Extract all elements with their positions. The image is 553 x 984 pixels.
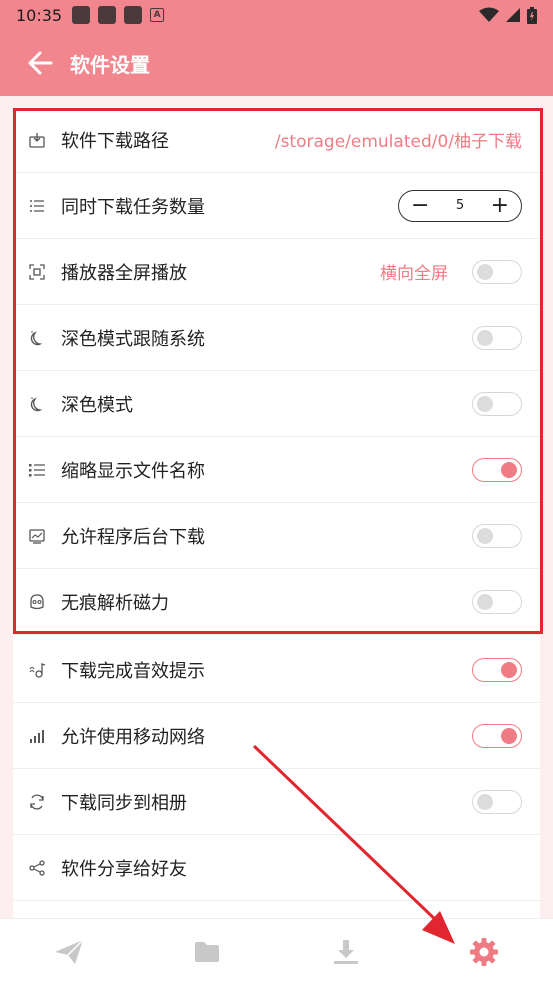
list-icon (27, 196, 47, 216)
fullscreen-toggle[interactable] (472, 259, 522, 284)
setting-concurrent-tasks: 同时下载任务数量 − 5 + (13, 173, 540, 239)
nav-settings[interactable] (454, 927, 514, 977)
download-tray-icon (333, 939, 358, 964)
setting-label: 软件下载路径 (61, 130, 169, 152)
setting-label: 同时下载任务数量 (61, 196, 205, 218)
signal-icon (506, 8, 520, 22)
setting-dark-mode[interactable]: 深色模式 (13, 371, 540, 437)
mobile-network-toggle[interactable] (472, 723, 522, 748)
cellular-signal-icon (27, 726, 47, 746)
fullscreen-icon (27, 262, 47, 282)
incognito-mask-icon (27, 592, 47, 612)
status-bar: 10:35 A (0, 0, 553, 30)
setting-label: 缩略显示文件名称 (61, 460, 205, 482)
nav-folder[interactable] (177, 927, 237, 977)
setting-sound-hint[interactable]: 下载完成音效提示 (13, 637, 540, 703)
setting-label: 播放器全屏播放 (61, 262, 187, 284)
send-plane-icon (55, 938, 84, 964)
setting-fullscreen-play[interactable]: 播放器全屏播放 横向全屏 (13, 239, 540, 305)
setting-download-path[interactable]: 软件下载路径 /storage/emulated/0/柚子下载 (13, 107, 540, 173)
dark-mode-toggle[interactable] (472, 391, 522, 416)
download-path-value: /storage/emulated/0/柚子下载 (274, 132, 522, 152)
nav-download[interactable] (316, 927, 376, 977)
sound-hint-toggle[interactable] (472, 657, 522, 682)
setting-label: 深色模式 (61, 394, 133, 416)
short-filenames-toggle[interactable] (472, 457, 522, 482)
bottom-nav (0, 918, 553, 984)
nav-send[interactable] (39, 927, 99, 977)
setting-label: 深色模式跟随系统 (61, 328, 205, 350)
setting-label: 无痕解析磁力 (61, 592, 169, 614)
fullscreen-mode-value[interactable]: 横向全屏 (380, 259, 448, 284)
notification-icon (98, 6, 117, 24)
bullet-list-icon (27, 460, 47, 480)
increment-button[interactable]: + (491, 194, 509, 217)
setting-sync-album[interactable]: 下载同步到相册 (13, 769, 540, 835)
monitor-chart-icon (27, 526, 47, 546)
task-count-value: 5 (455, 198, 465, 213)
notification-icon (72, 6, 91, 24)
setting-label: 软件分享给好友 (61, 858, 187, 880)
setting-incognito-magnet[interactable]: 无痕解析磁力 (13, 569, 540, 635)
sync-album-toggle[interactable] (472, 789, 522, 814)
incognito-magnet-toggle[interactable] (472, 589, 522, 614)
dark-follow-toggle[interactable] (472, 325, 522, 350)
music-note-icon (27, 660, 47, 680)
setting-label: 下载同步到相册 (61, 792, 187, 814)
battery-icon (527, 6, 537, 24)
sync-icon (27, 792, 47, 812)
setting-label: 下载完成音效提示 (61, 660, 205, 682)
status-time: 10:35 (16, 5, 63, 25)
setting-label: 允许程序后台下载 (61, 526, 205, 548)
setting-background-download[interactable]: 允许程序后台下载 (13, 503, 540, 569)
wifi-icon (479, 7, 499, 22)
moon-icon (27, 394, 47, 414)
setting-label: 允许使用移动网络 (61, 726, 205, 748)
font-notification-icon: A (150, 8, 165, 22)
moon-icon (27, 328, 47, 348)
page-title: 软件设置 (70, 52, 150, 77)
inbox-download-icon (27, 130, 47, 150)
app-bar: 软件设置 (0, 30, 553, 96)
share-icon (27, 858, 47, 878)
gear-icon (469, 937, 498, 966)
back-arrow-icon[interactable] (26, 49, 54, 77)
setting-short-filenames[interactable]: 缩略显示文件名称 (13, 437, 540, 503)
settings-list: 软件下载路径 /storage/emulated/0/柚子下载 同时下载任务数量… (13, 107, 540, 919)
background-download-toggle[interactable] (472, 523, 522, 548)
decrement-button[interactable]: − (411, 194, 429, 217)
setting-share-app[interactable]: 软件分享给好友 (13, 835, 540, 901)
setting-dark-follow-system[interactable]: 深色模式跟随系统 (13, 305, 540, 371)
notification-icon (124, 6, 143, 24)
folder-icon (195, 941, 220, 962)
setting-mobile-network[interactable]: 允许使用移动网络 (13, 703, 540, 769)
task-count-stepper: − 5 + (398, 189, 522, 222)
